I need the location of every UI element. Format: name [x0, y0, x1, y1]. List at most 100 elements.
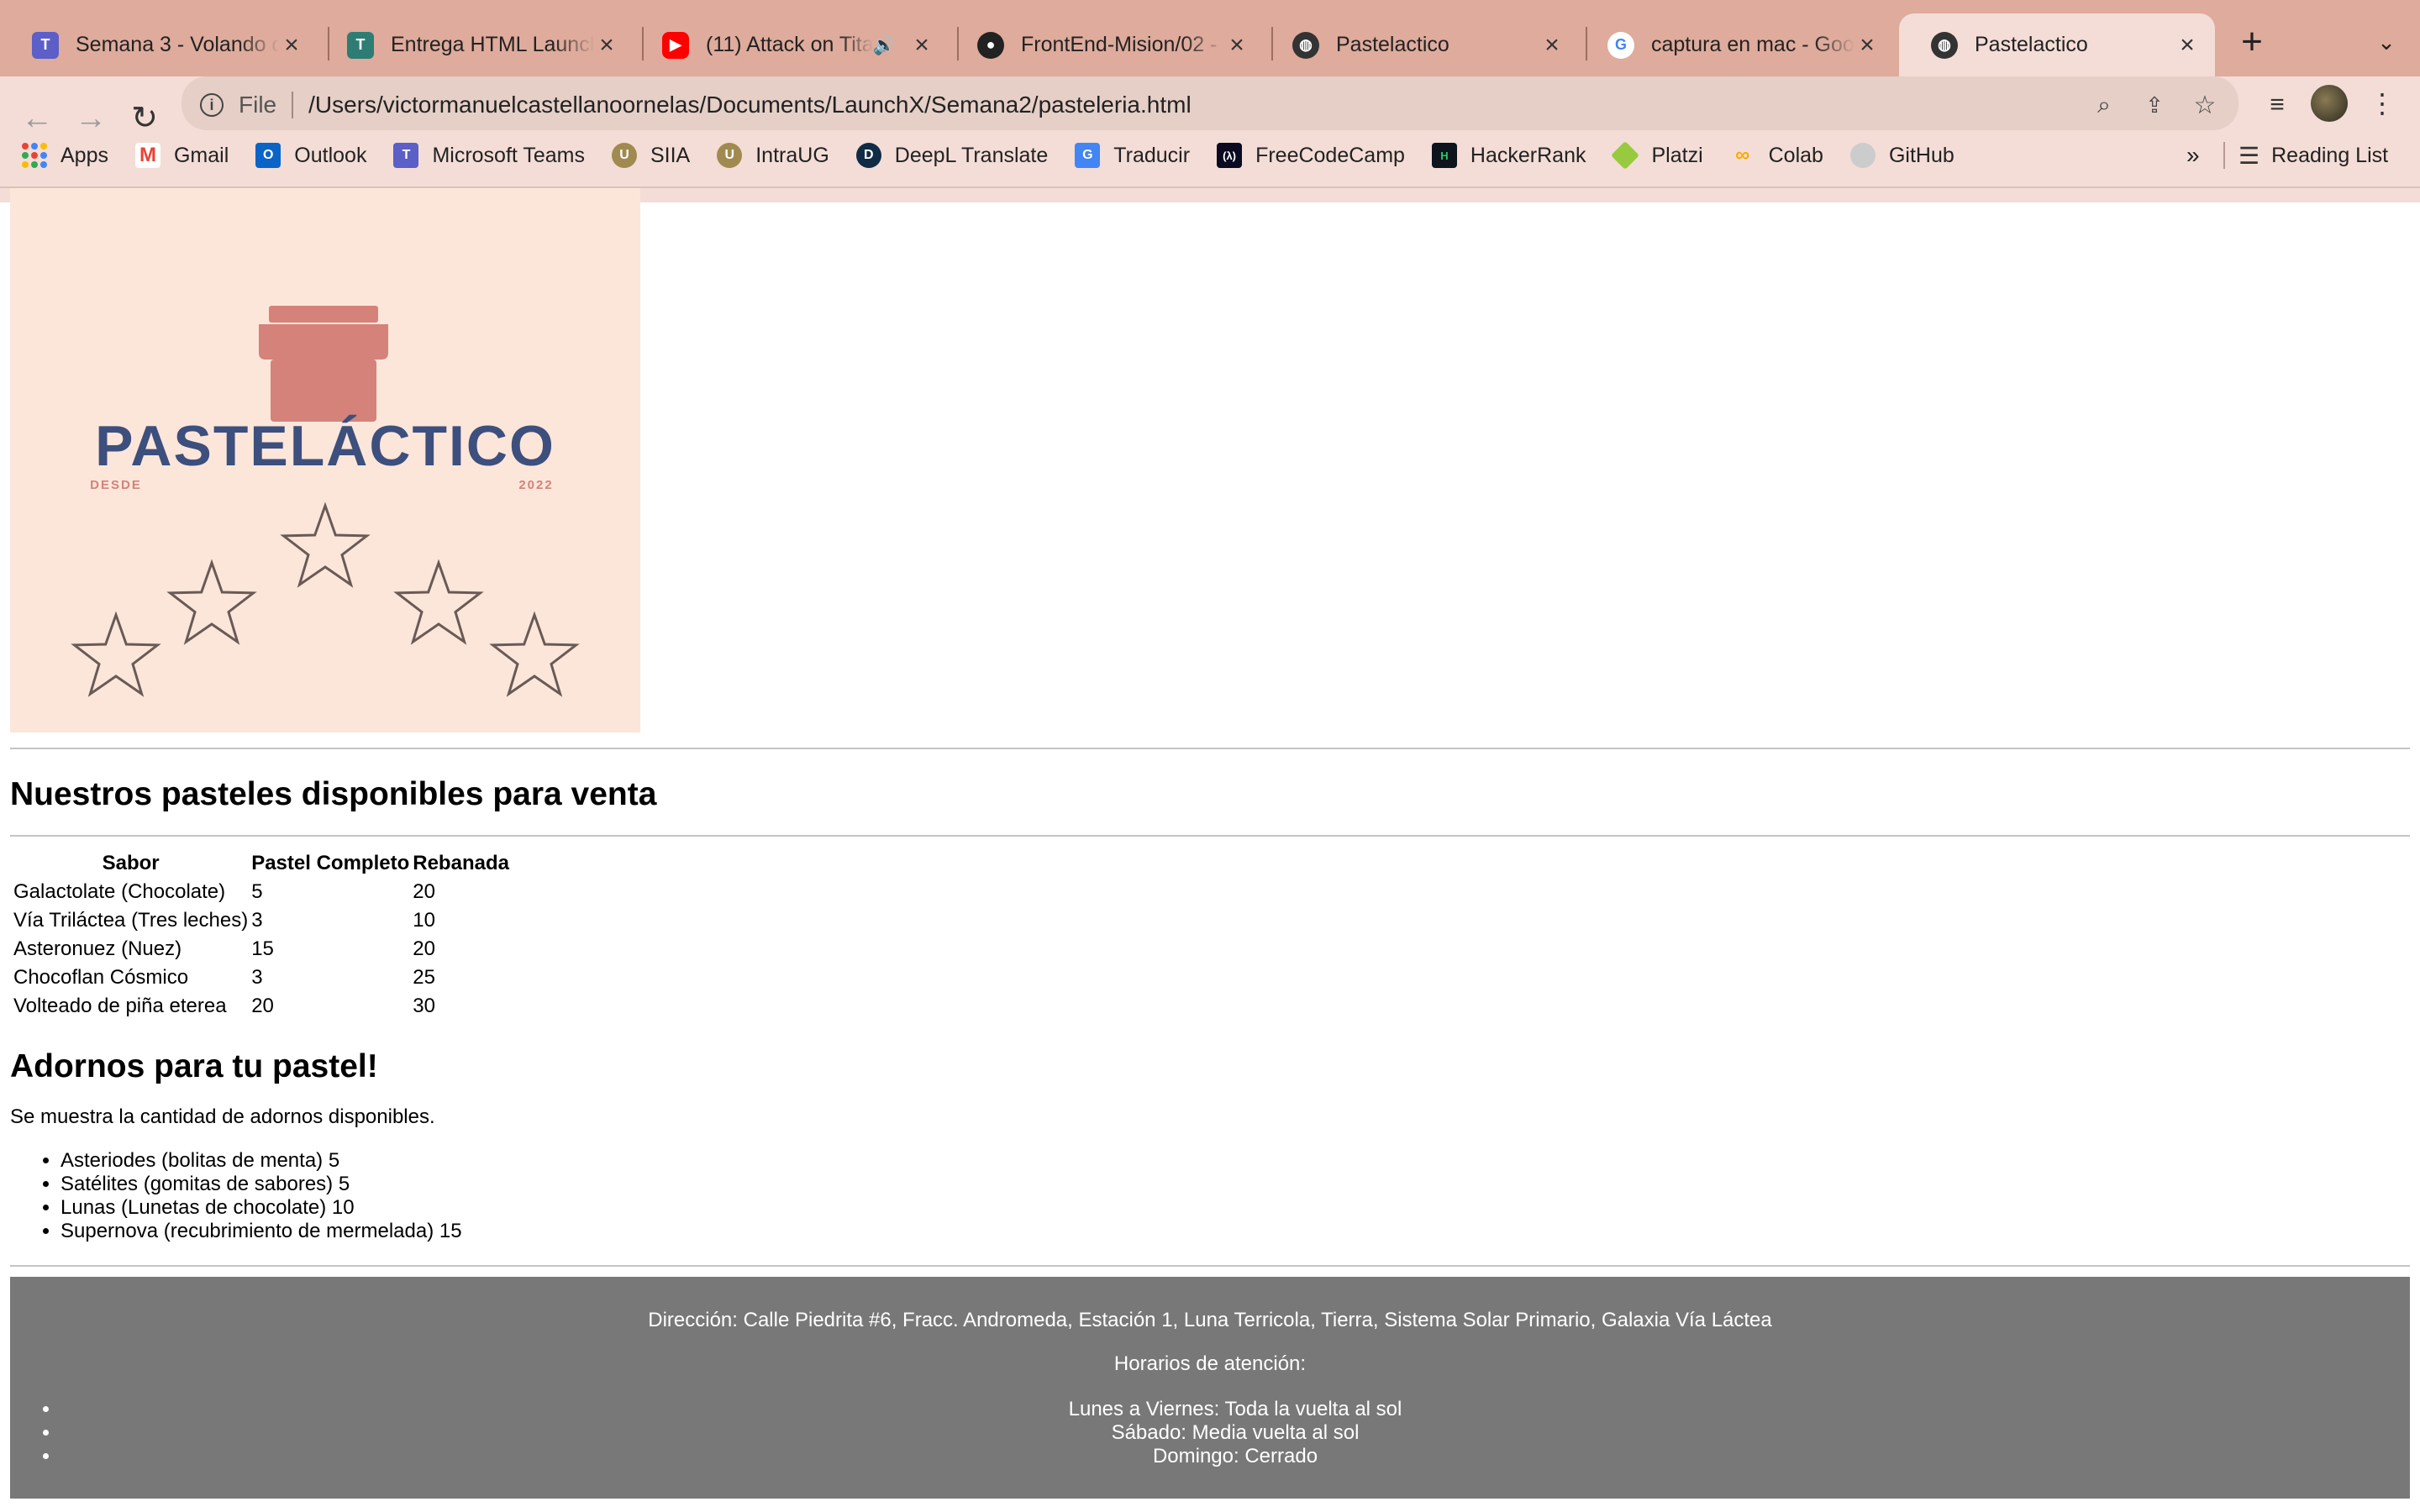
- page-content: PASTELÁCTICO DESDE 2022 Nuestros pastele…: [0, 188, 2420, 1512]
- table-row: Vía Triláctea (Tres leches) 3 10: [13, 907, 509, 934]
- cell-whole-cake: 3: [251, 909, 263, 932]
- github-icon: [1849, 143, 1876, 168]
- bookmark-label: DeepL Translate: [894, 143, 1049, 167]
- close-tab-icon[interactable]: ×: [1854, 32, 1880, 58]
- bookmark-github[interactable]: GitHub: [1849, 143, 1954, 168]
- since-year: 2022: [518, 478, 553, 492]
- tab-5[interactable]: G captura en mac - Goo ×: [1576, 13, 1895, 76]
- bookmark-siia[interactable]: U SIIA: [611, 143, 690, 168]
- media-controls-icon[interactable]: ≡: [2259, 87, 2296, 123]
- close-tab-icon[interactable]: ×: [279, 32, 304, 58]
- address-bar[interactable]: i File /Users/victormanuelcastellanoorne…: [182, 80, 2238, 130]
- tab-0[interactable]: T Semana 3 - Volando d ×: [0, 13, 319, 76]
- tab-title: Pastelactico: [1336, 33, 1449, 56]
- rating-stars: [71, 501, 580, 697]
- gmail-icon: M: [134, 143, 160, 168]
- list-item: Satélites (gomitas de sabores) 5: [60, 1173, 462, 1196]
- footer-address: Dirección: Calle Piedrita #6, Fracc. And…: [648, 1309, 1772, 1331]
- tab-title: (11) Attack on Tita: [706, 33, 873, 56]
- tab-search-icon[interactable]: ⌄: [2370, 18, 2403, 66]
- platzi-icon: [1611, 141, 1640, 170]
- tab-3[interactable]: ● FrontEnd-Mision/02 - ×: [945, 13, 1265, 76]
- translate-icon: G: [1075, 143, 1101, 168]
- close-tab-icon[interactable]: ×: [2175, 32, 2200, 58]
- toolbar: ← → ↻ i File /Users/victormanuelcastella…: [0, 76, 2420, 202]
- table-row: Galactolate (Chocolate) 5 20: [13, 879, 509, 906]
- info-icon[interactable]: i: [200, 93, 224, 117]
- bookmarks-bar: Apps M Gmail O Outlook T Microsoft Teams…: [22, 137, 2417, 174]
- bookmark-label: Colab: [1768, 143, 1823, 167]
- tab-title: Entrega HTML Launch: [391, 33, 594, 56]
- ug-seal-icon: U: [717, 143, 743, 168]
- freecodecamp-icon: (λ): [1217, 143, 1243, 168]
- close-tab-icon[interactable]: ×: [1539, 32, 1565, 58]
- avatar[interactable]: [2311, 85, 2348, 122]
- reading-list-button[interactable]: ☰ Reading List: [2238, 142, 2388, 170]
- cell-flavor: Vía Triláctea (Tres leches): [13, 909, 249, 932]
- close-tab-icon[interactable]: ×: [909, 32, 934, 58]
- cell-slice: 30: [413, 995, 435, 1017]
- bookmark-platzi[interactable]: Platzi: [1611, 141, 1703, 170]
- menu-icon[interactable]: ⋮: [2365, 85, 2399, 122]
- url-text[interactable]: /Users/victormanuelcastellanoornelas/Doc…: [308, 92, 2079, 118]
- close-tab-icon[interactable]: ×: [1224, 32, 1249, 58]
- table-row: Chocoflan Cósmico 3 25: [13, 964, 509, 991]
- reload-button[interactable]: ↻: [123, 97, 166, 140]
- new-tab-button[interactable]: +: [2235, 18, 2269, 66]
- cell-slice: 25: [413, 966, 435, 989]
- tab-4[interactable]: ◍ Pastelactico ×: [1260, 13, 1580, 76]
- ug-seal-icon: U: [611, 143, 637, 168]
- star-icon: [393, 559, 484, 645]
- close-tab-icon[interactable]: ×: [594, 32, 619, 58]
- cell-flavor: Galactolate (Chocolate): [13, 880, 226, 903]
- bookmark-star-icon[interactable]: ☆: [2180, 91, 2230, 120]
- star-icon: [280, 501, 371, 588]
- bookmark-gmail[interactable]: M Gmail: [134, 143, 229, 168]
- tab-6-active[interactable]: ◍ Pastelactico ×: [1899, 13, 2215, 76]
- bookmark-apps[interactable]: Apps: [22, 143, 108, 168]
- tab-1[interactable]: T Entrega HTML Launch ×: [315, 13, 634, 76]
- reading-list-icon: ☰: [2238, 142, 2260, 169]
- bookmark-label: Traducir: [1113, 143, 1191, 167]
- bookmark-microsoft-teams[interactable]: T Microsoft Teams: [393, 143, 585, 168]
- globe-icon: ◍: [1931, 31, 1958, 59]
- tab-title: captura en mac - Goo: [1651, 33, 1854, 56]
- cakes-table: Sabor Pastel Completo Rebanada Galactola…: [10, 848, 513, 1021]
- more-bookmarks-button[interactable]: »: [2186, 142, 2200, 169]
- bookmark-deepl[interactable]: D DeepL Translate: [855, 143, 1049, 168]
- cell-whole-cake: 15: [251, 937, 274, 960]
- bookmark-colab[interactable]: ∞ Colab: [1730, 143, 1823, 168]
- bookmark-outlook[interactable]: O Outlook: [255, 143, 366, 168]
- github-icon: ●: [977, 31, 1004, 59]
- bookmark-label: Outlook: [294, 143, 367, 167]
- audio-playing-icon[interactable]: 🔊: [873, 34, 896, 56]
- bookmark-label: IntraUG: [755, 143, 829, 167]
- list-item: Asteriodes (bolitas de menta) 5: [60, 1149, 462, 1173]
- cell-slice: 10: [413, 909, 435, 932]
- zoom-icon[interactable]: ⌕: [2079, 92, 2129, 119]
- back-button[interactable]: ←: [15, 97, 59, 140]
- cakes-heading: Nuestros pasteles disponibles para venta: [10, 776, 657, 812]
- bookmark-intraug[interactable]: U IntraUG: [717, 143, 829, 168]
- forward-button[interactable]: →: [69, 97, 113, 140]
- deepl-icon: D: [855, 143, 881, 168]
- share-icon[interactable]: ⇪: [2129, 92, 2180, 118]
- youtube-icon: ▶: [662, 31, 689, 59]
- bookmark-freecodecamp[interactable]: (λ) FreeCodeCamp: [1217, 143, 1405, 168]
- list-item: Sábado: Media vuelta al sol: [60, 1421, 2410, 1445]
- tab-title: Pastelactico: [1975, 33, 2088, 56]
- cell-whole-cake: 5: [251, 880, 263, 903]
- outlook-icon: O: [255, 143, 281, 168]
- list-item: Supernova (recubrimiento de mermelada) 1…: [60, 1220, 462, 1243]
- scheme-label: File: [239, 92, 277, 118]
- bookmark-hackerrank[interactable]: H HackerRank: [1431, 143, 1586, 168]
- hackerrank-icon: H: [1431, 143, 1457, 168]
- tab-2[interactable]: ▶ (11) Attack on Tita 🔊 ×: [630, 13, 950, 76]
- list-item: Lunas (Lunetas de chocolate) 10: [60, 1196, 462, 1220]
- cell-whole-cake: 3: [251, 966, 263, 989]
- omnibox-divider: [292, 92, 294, 118]
- footer-hours-title: Horarios de atención:: [1113, 1352, 1307, 1375]
- bookmark-traducir[interactable]: G Traducir: [1075, 143, 1190, 168]
- table-header-row: Sabor Pastel Completo Rebanada: [13, 850, 509, 877]
- google-icon: G: [1607, 31, 1634, 59]
